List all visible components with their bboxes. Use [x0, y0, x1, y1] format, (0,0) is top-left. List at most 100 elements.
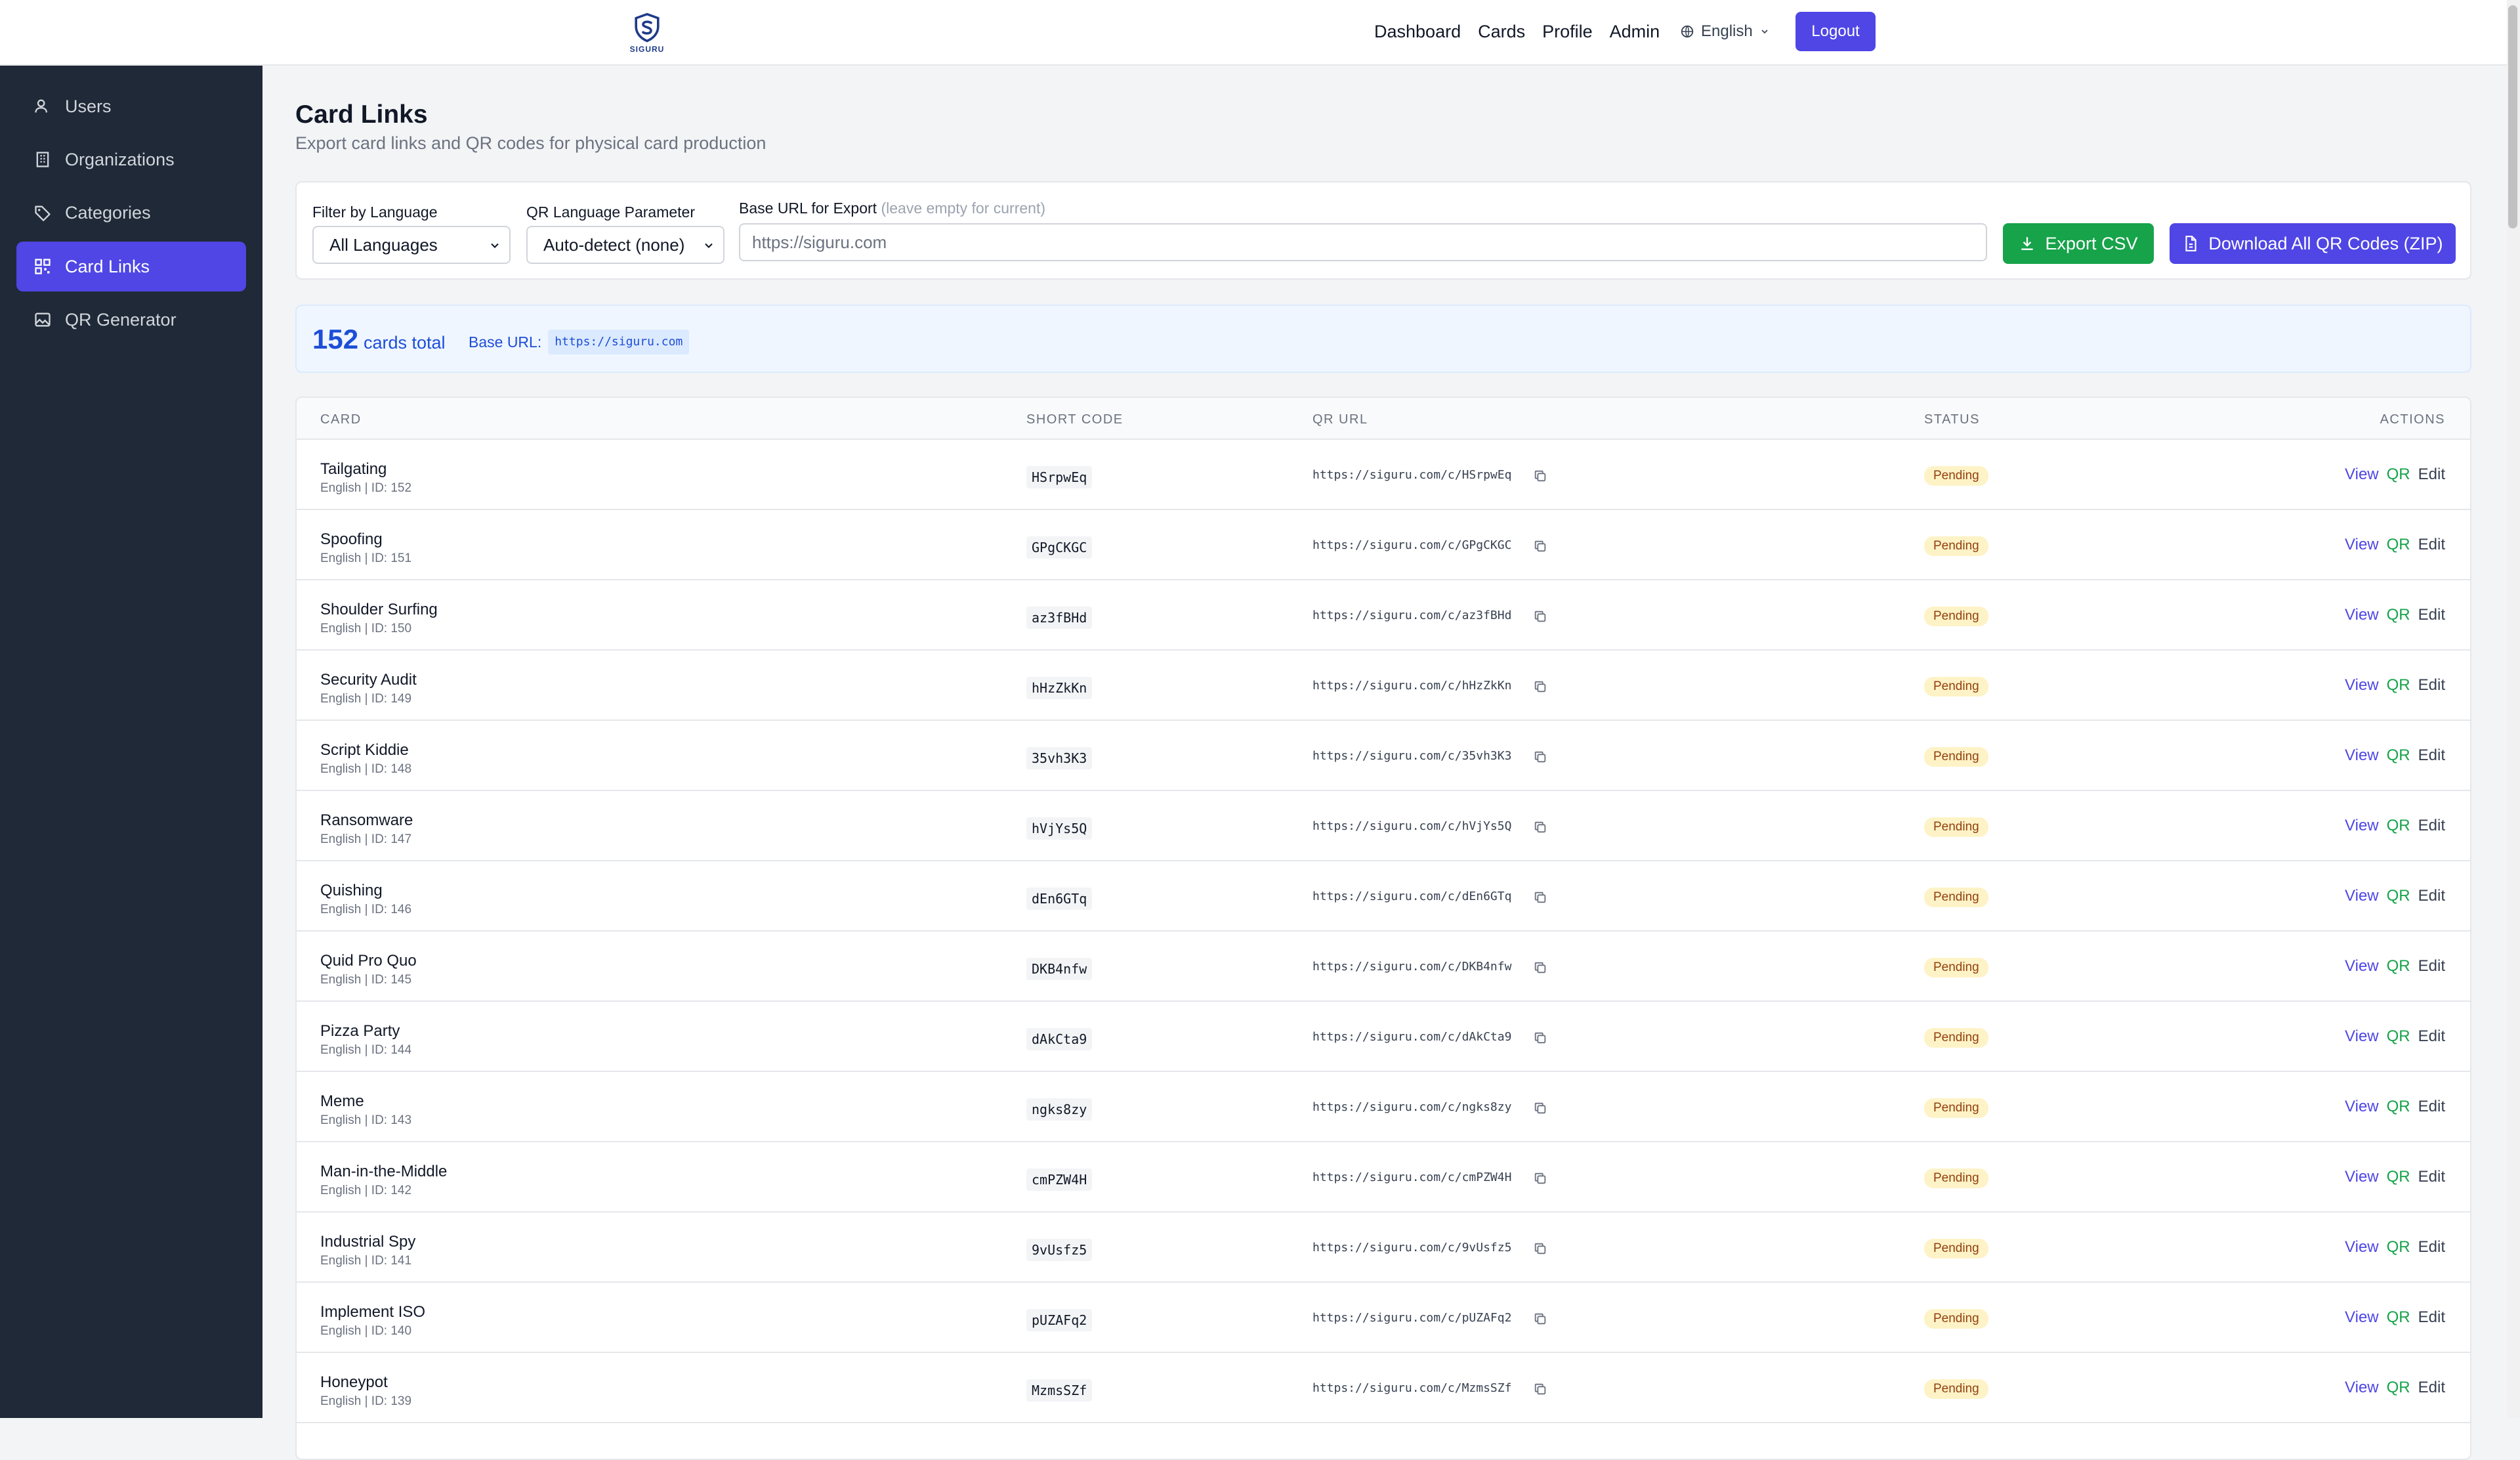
copy-icon[interactable]	[1533, 539, 1547, 553]
qr-link[interactable]: QR	[2387, 746, 2410, 765]
brand-logo[interactable]: SIGURU	[627, 12, 667, 55]
view-link[interactable]: View	[2345, 1308, 2379, 1327]
view-link[interactable]: View	[2345, 1027, 2379, 1046]
status-badge: Pending	[1924, 1379, 1988, 1399]
download-zip-button[interactable]: Download All QR Codes (ZIP)	[2170, 223, 2456, 264]
copy-icon[interactable]	[1533, 1312, 1547, 1326]
table-row: Tailgating English | ID: 152 HSrpwEq htt…	[297, 440, 2470, 510]
card-meta: English | ID: 152	[320, 481, 412, 495]
edit-link[interactable]: Edit	[2418, 1378, 2445, 1398]
card-meta: English | ID: 140	[320, 1324, 412, 1338]
language-switcher[interactable]: English	[1680, 20, 1770, 43]
view-link[interactable]: View	[2345, 676, 2379, 695]
filter-card: Filter by Language All Languages QR Lang…	[295, 181, 2471, 280]
export-csv-button[interactable]: Export CSV	[2003, 223, 2154, 264]
edit-link[interactable]: Edit	[2418, 605, 2445, 625]
qr-link[interactable]: QR	[2387, 465, 2410, 484]
sidebar-item-categories[interactable]: Categories	[16, 188, 246, 238]
status-badge: Pending	[1924, 677, 1988, 697]
qr-url: https://siguru.com/c/cmPZW4H	[1312, 1170, 1512, 1184]
table-row: Honeypot English | ID: 139 MzmsSZf https…	[297, 1353, 2470, 1423]
view-link[interactable]: View	[2345, 535, 2379, 555]
view-link[interactable]: View	[2345, 465, 2379, 484]
view-link[interactable]: View	[2345, 1097, 2379, 1117]
status-badge: Pending	[1924, 536, 1988, 556]
view-link[interactable]: View	[2345, 956, 2379, 976]
nav-cards[interactable]: Cards	[1478, 20, 1525, 43]
edit-link[interactable]: Edit	[2418, 816, 2445, 836]
view-link[interactable]: View	[2345, 746, 2379, 765]
card-title: Pizza Party	[320, 1022, 400, 1040]
status-badge: Pending	[1924, 1239, 1988, 1258]
view-link[interactable]: View	[2345, 1237, 2379, 1257]
sidebar-item-organizations[interactable]: Organizations	[16, 135, 246, 184]
view-link[interactable]: View	[2345, 605, 2379, 625]
nav-admin[interactable]: Admin	[1610, 20, 1660, 43]
language-filter-select[interactable]: All Languages	[312, 226, 511, 264]
qr-link[interactable]: QR	[2387, 1097, 2410, 1117]
short-code: dEn6GTq	[1026, 888, 1093, 910]
card-meta: English | ID: 142	[320, 1184, 412, 1197]
copy-icon[interactable]	[1533, 609, 1547, 624]
copy-icon[interactable]	[1533, 1031, 1547, 1045]
copy-icon[interactable]	[1533, 1382, 1547, 1396]
table-row: Quid Pro Quo English | ID: 145 DKB4nfw h…	[297, 932, 2470, 1002]
short-code: az3fBHd	[1026, 607, 1093, 629]
edit-link[interactable]: Edit	[2418, 956, 2445, 976]
globe-icon	[1681, 25, 1694, 38]
qr-link[interactable]: QR	[2387, 886, 2410, 906]
copy-icon[interactable]	[1533, 1241, 1547, 1256]
sidebar-item-qr-generator[interactable]: QR Generator	[16, 295, 246, 345]
qr-url: https://siguru.com/c/az3fBHd	[1312, 609, 1512, 622]
edit-link[interactable]: Edit	[2418, 1167, 2445, 1187]
nav-dashboard[interactable]: Dashboard	[1374, 20, 1461, 43]
qr-link[interactable]: QR	[2387, 956, 2410, 976]
qr-link[interactable]: QR	[2387, 1308, 2410, 1327]
edit-link[interactable]: Edit	[2418, 746, 2445, 765]
nav-profile[interactable]: Profile	[1542, 20, 1593, 43]
edit-link[interactable]: Edit	[2418, 886, 2445, 906]
copy-icon[interactable]	[1533, 1101, 1547, 1115]
view-link[interactable]: View	[2345, 816, 2379, 836]
edit-link[interactable]: Edit	[2418, 676, 2445, 695]
scrollbar-thumb[interactable]	[2508, 5, 2517, 228]
card-meta: English | ID: 149	[320, 692, 412, 706]
table-row: Meme English | ID: 143 ngks8zy https://s…	[297, 1072, 2470, 1142]
qr-link[interactable]: QR	[2387, 535, 2410, 555]
qr-link[interactable]: QR	[2387, 1378, 2410, 1398]
qr-link[interactable]: QR	[2387, 1237, 2410, 1257]
edit-link[interactable]: Edit	[2418, 1027, 2445, 1046]
base-url-input[interactable]	[739, 223, 1987, 261]
sidebar-item-label: Organizations	[65, 149, 175, 169]
copy-icon[interactable]	[1533, 469, 1547, 483]
copy-icon[interactable]	[1533, 820, 1547, 834]
copy-icon[interactable]	[1533, 679, 1547, 694]
logout-button[interactable]: Logout	[1796, 12, 1876, 51]
edit-link[interactable]: Edit	[2418, 1308, 2445, 1327]
qr-link[interactable]: QR	[2387, 676, 2410, 695]
qr-url: https://siguru.com/c/dAkCta9	[1312, 1030, 1512, 1044]
qr-link[interactable]: QR	[2387, 1027, 2410, 1046]
copy-icon[interactable]	[1533, 960, 1547, 975]
base-url-label: Base URL for Export (leave empty for cur…	[739, 198, 1045, 218]
edit-link[interactable]: Edit	[2418, 535, 2445, 555]
table-row: Industrial Spy English | ID: 141 9vUsfz5…	[297, 1213, 2470, 1283]
edit-link[interactable]: Edit	[2418, 465, 2445, 484]
sidebar-item-card-links[interactable]: Card Links	[16, 242, 246, 291]
view-link[interactable]: View	[2345, 886, 2379, 906]
sidebar-item-users[interactable]: Users	[16, 81, 246, 131]
view-link[interactable]: View	[2345, 1167, 2379, 1187]
edit-link[interactable]: Edit	[2418, 1237, 2445, 1257]
view-link[interactable]: View	[2345, 1378, 2379, 1398]
edit-link[interactable]: Edit	[2418, 1097, 2445, 1117]
copy-icon[interactable]	[1533, 750, 1547, 764]
table-row: Implement ISO English | ID: 140 pUZAFq2 …	[297, 1283, 2470, 1353]
copy-icon[interactable]	[1533, 890, 1547, 905]
qr-link[interactable]: QR	[2387, 1167, 2410, 1187]
qr-param-select[interactable]: Auto-detect (none)	[526, 226, 724, 264]
qr-link[interactable]: QR	[2387, 816, 2410, 836]
qr-link[interactable]: QR	[2387, 605, 2410, 625]
table-row: Security Audit English | ID: 149 hHzZkKn…	[297, 651, 2470, 721]
copy-icon[interactable]	[1533, 1171, 1547, 1186]
nav-links: Dashboard Cards Profile Admin	[1374, 20, 1660, 43]
